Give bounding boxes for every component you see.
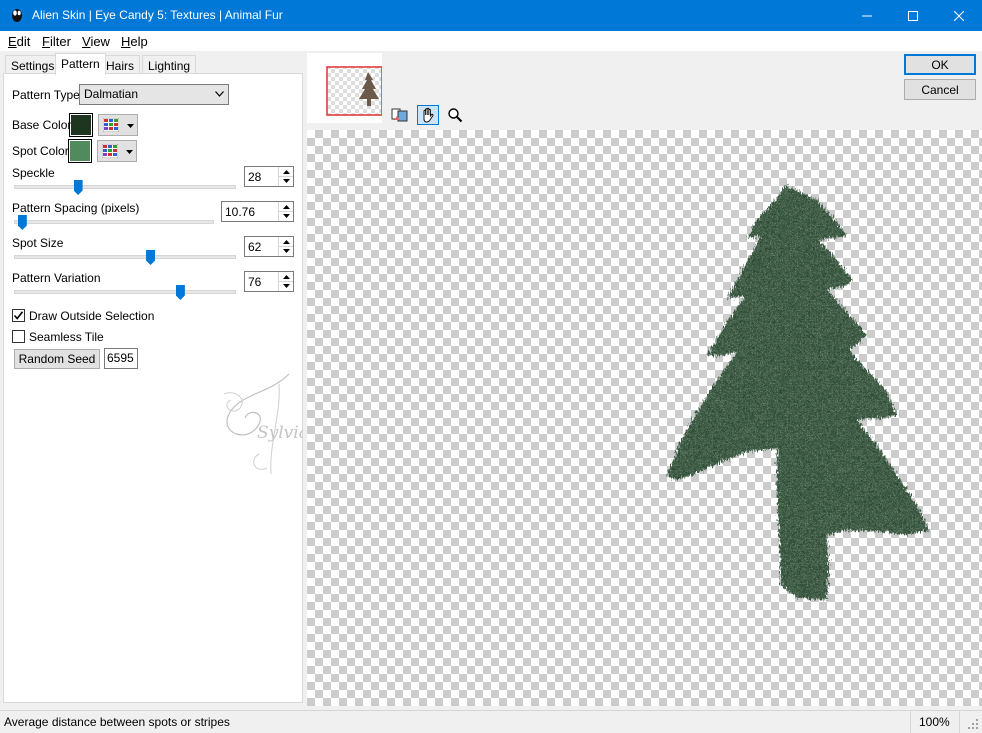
base-color-label: Base Color xyxy=(12,118,72,132)
menu-filter[interactable]: Filter xyxy=(42,34,71,49)
speckle-value: 28 xyxy=(248,170,262,184)
maximize-icon xyxy=(908,10,918,21)
tab-pattern[interactable]: Pattern xyxy=(55,53,106,75)
hand-icon xyxy=(423,107,434,123)
status-bar: Average distance between spots or stripe… xyxy=(0,710,982,733)
tab-lighting[interactable]: Lighting xyxy=(142,55,197,74)
status-message: Average distance between spots or stripe… xyxy=(4,715,230,729)
pattern-spacing-label: Pattern Spacing (pixels) xyxy=(12,201,140,215)
window-title: Alien Skin | Eye Candy 5: Textures | Ani… xyxy=(32,8,283,22)
seamless-tile-checkbox[interactable] xyxy=(12,330,25,343)
pattern-variation-label: Pattern Variation xyxy=(12,271,101,285)
watermark-signature: Sylviane xyxy=(257,423,303,443)
watermark-flourish: Sylviane xyxy=(223,373,303,475)
minimize-icon xyxy=(862,15,872,16)
pattern-type-dropdown[interactable]: Dalmatian xyxy=(79,84,229,105)
spot-size-label: Spot Size xyxy=(12,236,64,250)
spin-down-icon[interactable] xyxy=(279,246,293,255)
title-bar: Alien Skin | Eye Candy 5: Textures | Ani… xyxy=(0,0,982,31)
zoom-level-cell: 100% xyxy=(910,711,960,733)
spin-up-icon[interactable] xyxy=(279,272,293,281)
resize-grip-icon[interactable] xyxy=(967,718,979,730)
random-seed-input[interactable]: 6595 xyxy=(104,348,138,369)
spot-color-swatch[interactable] xyxy=(68,139,92,163)
menu-help[interactable]: Help xyxy=(121,34,148,49)
color-grid-icon xyxy=(102,144,118,158)
navigator-thumbnail[interactable] xyxy=(307,53,383,123)
preview-canvas[interactable] xyxy=(307,130,982,706)
spot-size-spinner[interactable]: 62 xyxy=(244,236,294,257)
tab-settings[interactable]: Settings xyxy=(5,55,61,74)
spot-color-fill xyxy=(70,141,90,161)
draw-outside-selection-checkbox[interactable] xyxy=(12,309,25,322)
base-color-swatch[interactable] xyxy=(69,113,93,137)
spin-down-icon[interactable] xyxy=(279,211,293,220)
spin-down-icon[interactable] xyxy=(279,281,293,290)
preview-toggle-tool[interactable] xyxy=(389,105,411,125)
pattern-spacing-spinner[interactable]: 10.76 xyxy=(221,201,294,222)
menu-view[interactable]: View xyxy=(82,34,110,49)
seamless-tile-label[interactable]: Seamless Tile xyxy=(29,330,104,344)
menu-edit[interactable]: Edit xyxy=(8,34,30,49)
settings-panel: Settings Pattern Hairs Lighting Pattern … xyxy=(3,53,303,703)
dropdown-arrow-icon xyxy=(126,150,133,154)
pattern-spacing-slider-track[interactable] xyxy=(14,220,214,224)
pattern-type-label: Pattern Type: xyxy=(12,88,84,102)
close-icon xyxy=(954,10,964,21)
zoom-level: 100% xyxy=(919,715,950,729)
spot-color-palette-button[interactable] xyxy=(97,140,137,162)
pattern-variation-slider-thumb[interactable] xyxy=(175,285,185,300)
tab-hairs[interactable]: Hairs xyxy=(100,55,141,74)
spin-up-icon[interactable] xyxy=(279,202,293,211)
zoom-tool[interactable] xyxy=(444,105,466,125)
pattern-variation-slider-track[interactable] xyxy=(14,290,236,294)
spot-size-slider-thumb[interactable] xyxy=(146,250,156,265)
minimize-button[interactable] xyxy=(844,0,890,31)
random-seed-button[interactable]: Random Seed xyxy=(14,349,100,369)
spot-size-value: 62 xyxy=(248,240,262,254)
navigator-preview xyxy=(326,66,383,116)
spot-size-slider-track[interactable] xyxy=(14,255,236,259)
tab-strip: Settings Pattern Hairs Lighting xyxy=(3,53,303,75)
checkmark-icon xyxy=(13,311,24,320)
base-color-fill xyxy=(71,115,91,135)
fur-tree-preview xyxy=(667,185,929,600)
hand-tool[interactable] xyxy=(417,105,439,125)
spin-down-icon[interactable] xyxy=(279,176,293,185)
draw-outside-selection-label[interactable]: Draw Outside Selection xyxy=(29,309,154,323)
magnifier-icon xyxy=(448,108,463,123)
maximize-button[interactable] xyxy=(890,0,936,31)
base-color-palette-button[interactable] xyxy=(98,114,138,136)
alien-skin-app-icon[interactable] xyxy=(9,7,25,23)
spin-up-icon[interactable] xyxy=(279,237,293,246)
close-button[interactable] xyxy=(936,0,982,31)
speckle-label: Speckle xyxy=(12,166,55,180)
color-grid-icon xyxy=(103,118,119,132)
preview-compare-icon xyxy=(391,108,408,122)
spot-color-label: Spot Color xyxy=(12,144,69,158)
speckle-slider-thumb[interactable] xyxy=(73,180,83,195)
pattern-variation-spinner[interactable]: 76 xyxy=(244,271,294,292)
spin-up-icon[interactable] xyxy=(279,167,293,176)
dropdown-arrow-icon xyxy=(127,124,134,128)
pattern-spacing-value: 10.76 xyxy=(225,205,256,219)
ok-button[interactable]: OK xyxy=(904,54,976,75)
speckle-slider-track[interactable] xyxy=(14,185,236,189)
pattern-tab-page: Pattern Type: Dalmatian Base Color Spot … xyxy=(3,73,303,703)
cancel-button[interactable]: Cancel xyxy=(904,79,976,100)
menu-bar: Edit Filter View Help xyxy=(0,31,982,51)
pattern-type-value: Dalmatian xyxy=(84,87,139,101)
pattern-spacing-slider-thumb[interactable] xyxy=(17,215,27,230)
pattern-variation-value: 76 xyxy=(248,275,262,289)
speckle-spinner[interactable]: 28 xyxy=(244,166,294,187)
chevron-down-icon xyxy=(215,91,224,97)
